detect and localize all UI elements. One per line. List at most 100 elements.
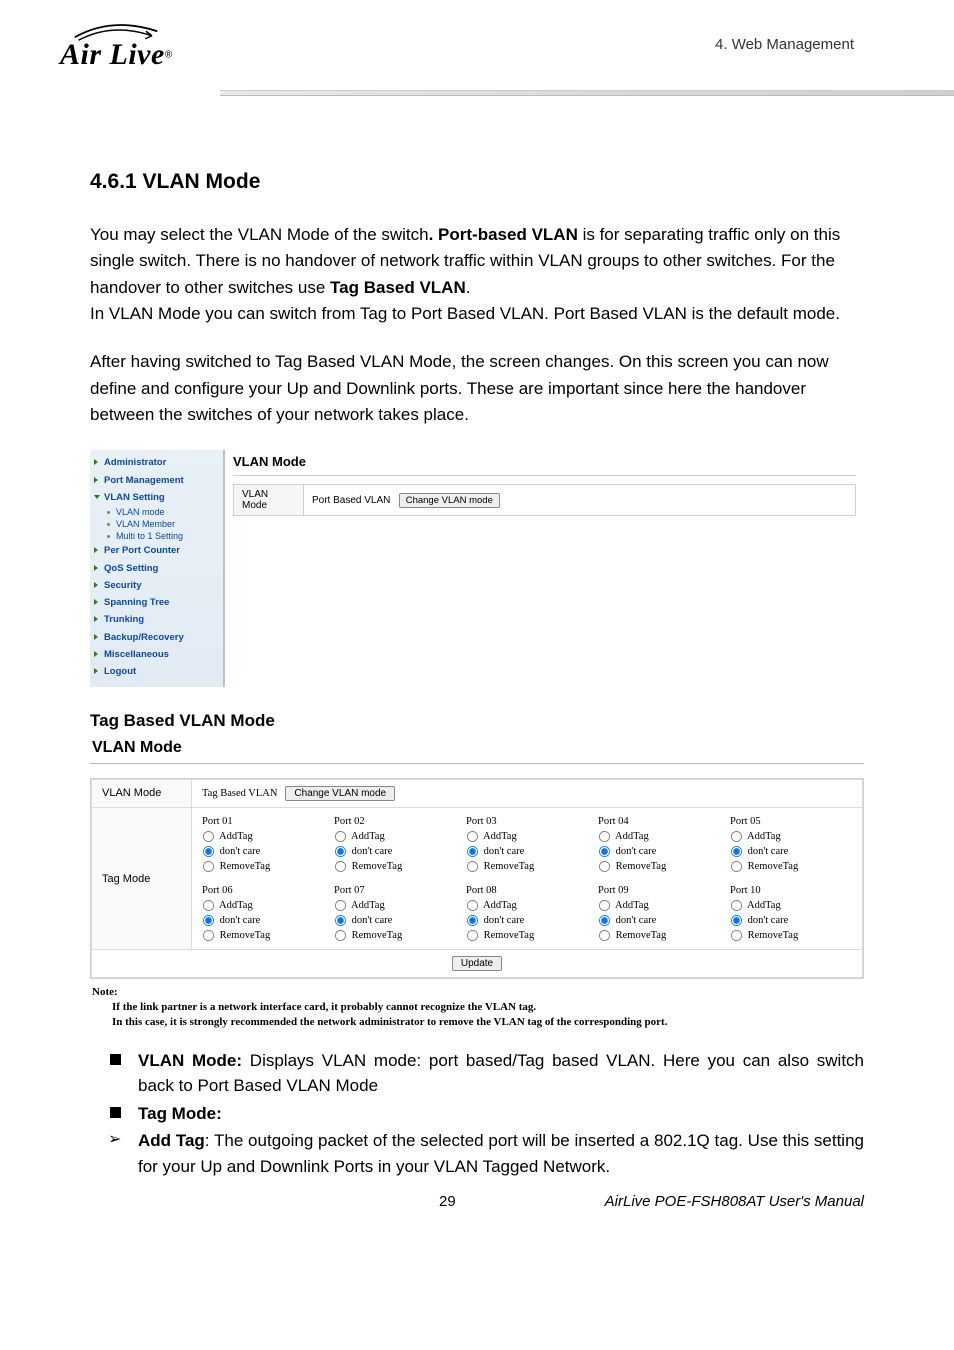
opt-addtag: AddTag: [219, 900, 253, 911]
chapter-label: 4. Web Management: [715, 36, 854, 53]
ss2-tag-mode-body: Port 01 AddTag don't care RemoveTagPort …: [192, 807, 863, 950]
radio-dontcare[interactable]: [335, 846, 346, 857]
port-cell: Port 08 AddTag don't care RemoveTag: [466, 883, 588, 944]
opt-removetag: RemoveTag: [616, 861, 667, 872]
radio-removetag[interactable]: [731, 861, 742, 872]
ss2-tag-mode-label: Tag Mode: [92, 807, 192, 950]
radio-dontcare[interactable]: [203, 846, 214, 857]
submenu-multi-to-1[interactable]: Multi to 1 Setting: [90, 530, 223, 542]
opt-removetag: RemoveTag: [220, 861, 271, 872]
radio-dontcare[interactable]: [203, 915, 214, 926]
panel-hr: [233, 475, 856, 476]
submenu-vlan-mode[interactable]: VLAN mode: [90, 506, 223, 518]
note-line-2: In this case, it is strongly recommended…: [92, 1015, 864, 1030]
submenu-vlan-member[interactable]: VLAN Member: [90, 518, 223, 530]
radio-addtag[interactable]: [467, 831, 478, 842]
vlan-mode-value-cell: Port Based VLAN Change VLAN mode: [304, 485, 856, 516]
change-vlan-mode-button[interactable]: Change VLAN mode: [399, 493, 500, 508]
bullet-add-tag: Add Tag: The outgoing packet of the sele…: [104, 1128, 864, 1179]
opt-addtag: AddTag: [351, 900, 385, 911]
radio-removetag[interactable]: [467, 930, 478, 941]
radio-removetag[interactable]: [599, 861, 610, 872]
port-label: Port 02: [334, 814, 456, 829]
note-block: Note: If the link partner is a network i…: [92, 985, 864, 1030]
menu-backup-recovery[interactable]: Backup/Recovery: [90, 629, 223, 646]
radio-addtag[interactable]: [599, 900, 610, 911]
arrow-list: Add Tag: The outgoing packet of the sele…: [104, 1128, 864, 1179]
page-footer: 29 AirLive POE-FSH808AT User's Manual: [0, 1179, 954, 1210]
screenshot-port-based: Administrator Port Management VLAN Setti…: [90, 450, 864, 686]
opt-dontcare: don't care: [616, 846, 657, 857]
paragraph-2: After having switched to Tag Based VLAN …: [90, 349, 864, 428]
opt-dontcare: don't care: [352, 846, 393, 857]
radio-addtag[interactable]: [203, 831, 214, 842]
ss2-update-row: Update: [92, 950, 863, 978]
opt-addtag: AddTag: [615, 900, 649, 911]
opt-removetag: RemoveTag: [352, 930, 403, 941]
menu-administrator[interactable]: Administrator: [90, 454, 223, 471]
radio-addtag[interactable]: [335, 831, 346, 842]
vlan-mode-label-cell: VLAN Mode: [234, 485, 304, 516]
menu-port-management[interactable]: Port Management: [90, 472, 223, 489]
brand-logo: Air Live®: [60, 20, 172, 72]
header-rule: [220, 90, 954, 96]
radio-addtag[interactable]: [731, 831, 742, 842]
radio-removetag[interactable]: [203, 861, 214, 872]
port-label: Port 01: [202, 814, 324, 829]
opt-dontcare: don't care: [484, 915, 525, 926]
opt-dontcare: don't care: [220, 915, 261, 926]
radio-addtag[interactable]: [731, 900, 742, 911]
port-cell: Port 01 AddTag don't care RemoveTag: [202, 814, 324, 875]
registered-mark: ®: [165, 50, 172, 61]
vlan-mode-value: Port Based VLAN: [312, 495, 390, 506]
menu-per-port-counter[interactable]: Per Port Counter: [90, 542, 223, 559]
radio-removetag[interactable]: [203, 930, 214, 941]
screenshot-tag-based: VLAN Mode Tag Based VLAN Change VLAN mod…: [90, 778, 864, 980]
port-cell: Port 04 AddTag don't care RemoveTag: [598, 814, 720, 875]
port-cell: Port 06 AddTag don't care RemoveTag: [202, 883, 324, 944]
opt-dontcare: don't care: [220, 846, 261, 857]
radio-removetag[interactable]: [335, 861, 346, 872]
radio-dontcare[interactable]: [731, 846, 742, 857]
page-number: 29: [290, 1193, 605, 1210]
menu-vlan-setting[interactable]: VLAN Setting: [90, 489, 223, 506]
radio-removetag[interactable]: [731, 930, 742, 941]
bullet-tag-mode: Tag Mode:: [104, 1101, 864, 1127]
bullet-list: VLAN Mode: Displays VLAN mode: port base…: [104, 1048, 864, 1127]
ss2-change-vlan-mode-button[interactable]: Change VLAN mode: [285, 786, 395, 801]
opt-removetag: RemoveTag: [616, 930, 667, 941]
radio-dontcare[interactable]: [599, 915, 610, 926]
port-label: Port 03: [466, 814, 588, 829]
radio-removetag[interactable]: [467, 861, 478, 872]
ss2-vlan-mode-label: VLAN Mode: [92, 779, 192, 807]
menu-qos-setting[interactable]: QoS Setting: [90, 560, 223, 577]
radio-addtag[interactable]: [203, 900, 214, 911]
menu-security[interactable]: Security: [90, 577, 223, 594]
ss2-vlan-mode-value: Tag Based VLAN: [202, 788, 277, 799]
radio-dontcare[interactable]: [731, 915, 742, 926]
menu-logout[interactable]: Logout: [90, 663, 223, 680]
radio-addtag[interactable]: [467, 900, 478, 911]
radio-dontcare[interactable]: [467, 846, 478, 857]
panel-title: VLAN Mode: [233, 454, 856, 469]
radio-dontcare[interactable]: [335, 915, 346, 926]
port-cell: Port 10 AddTag don't care RemoveTag: [730, 883, 852, 944]
opt-dontcare: don't care: [352, 915, 393, 926]
sub-heading: Tag Based VLAN Mode: [90, 711, 864, 731]
radio-addtag[interactable]: [599, 831, 610, 842]
update-button[interactable]: Update: [452, 956, 502, 971]
opt-removetag: RemoveTag: [220, 930, 271, 941]
menu-spanning-tree[interactable]: Spanning Tree: [90, 594, 223, 611]
radio-addtag[interactable]: [335, 900, 346, 911]
radio-removetag[interactable]: [335, 930, 346, 941]
radio-dontcare[interactable]: [467, 915, 478, 926]
menu-trunking[interactable]: Trunking: [90, 611, 223, 628]
opt-removetag: RemoveTag: [748, 861, 799, 872]
port-cell: Port 03 AddTag don't care RemoveTag: [466, 814, 588, 875]
radio-removetag[interactable]: [599, 930, 610, 941]
radio-dontcare[interactable]: [599, 846, 610, 857]
note-title: Note:: [92, 985, 864, 1000]
port-label: Port 10: [730, 883, 852, 898]
menu-miscellaneous[interactable]: Miscellaneous: [90, 646, 223, 663]
opt-addtag: AddTag: [483, 831, 517, 842]
